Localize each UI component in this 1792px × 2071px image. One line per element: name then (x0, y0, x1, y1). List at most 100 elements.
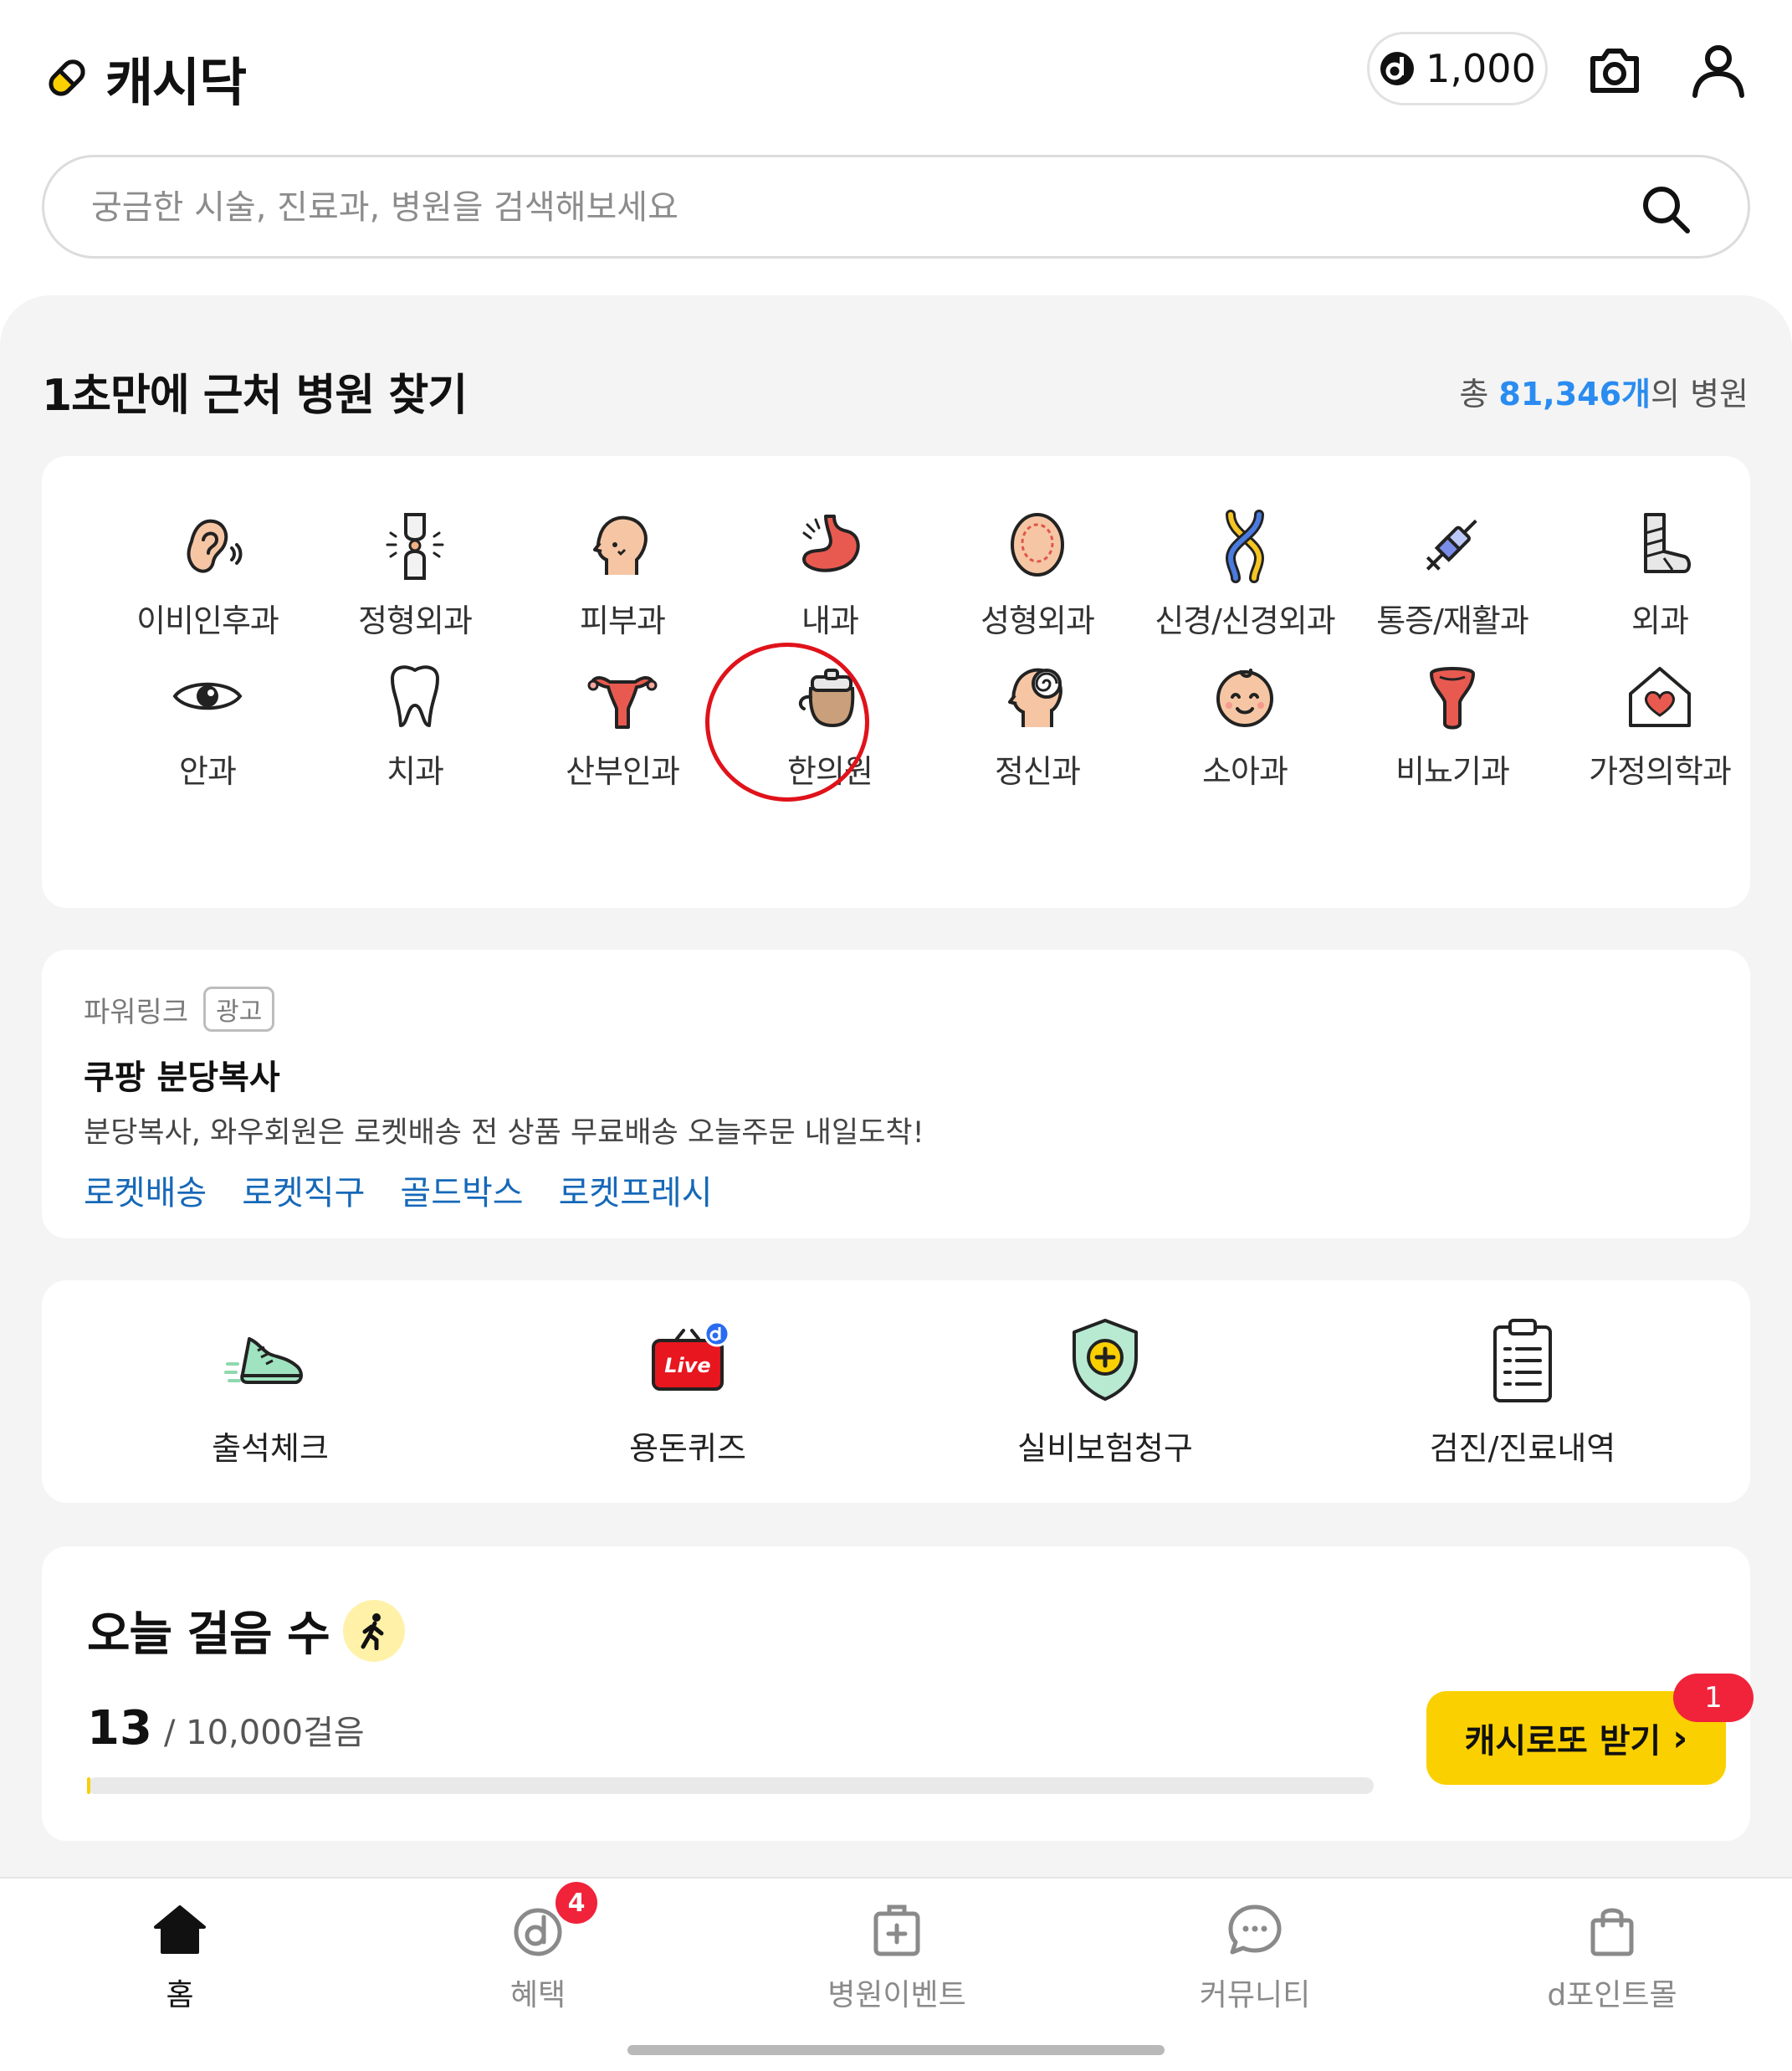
total-count: 81,346개 (1498, 376, 1651, 413)
profile-button[interactable] (1688, 40, 1748, 100)
category-label: 가정의학과 (1589, 753, 1732, 790)
tab-hospital-events[interactable]: 병원이벤트 (788, 1900, 1006, 2014)
urology-icon (1430, 667, 1475, 730)
category-label: 내과 (801, 602, 859, 639)
search-icon[interactable] (1639, 182, 1692, 236)
category-pain-rehab[interactable]: 통증/재활과 (1352, 508, 1553, 650)
walk-badge (342, 1599, 405, 1662)
ad-header: 파워링크 광고 (84, 987, 275, 1032)
live-tv-icon: Live (652, 1320, 730, 1391)
category-obgyn[interactable]: 산부인과 (522, 659, 723, 801)
steps-progress-bar (87, 1777, 1374, 1794)
ear-icon (187, 519, 243, 573)
category-ent[interactable]: 이비인후과 (107, 508, 308, 650)
category-label: 산부인과 (566, 753, 680, 790)
shortcut-insurance-claim[interactable]: 실비보험청구 (980, 1314, 1231, 1469)
joint-icon (386, 513, 444, 580)
tab-label: 병원이벤트 (827, 1978, 966, 2012)
app-name: 캐시닥 (105, 52, 247, 113)
shield-plus-icon (1073, 1319, 1138, 1401)
search-input[interactable] (91, 177, 1597, 238)
category-surgery[interactable]: 외과 (1559, 508, 1760, 650)
ad-link[interactable]: 골드박스 (400, 1166, 523, 1214)
category-label: 정신과 (995, 753, 1081, 790)
shortcut-label: 용돈퀴즈 (629, 1430, 746, 1467)
category-neurology[interactable]: 신경/신경외과 (1144, 508, 1345, 650)
cast-leg-icon (1644, 513, 1691, 573)
category-orthopedics[interactable]: 정형외과 (315, 508, 515, 650)
tab-home[interactable]: 홈 (71, 1900, 289, 2014)
ad-link[interactable]: 로켓배송 (84, 1166, 207, 1214)
tab-point-mall[interactable]: d포인트몰 (1503, 1900, 1721, 2014)
home-indicator[interactable] (627, 2045, 1165, 2055)
steps-header: 오늘 걸음 수 (87, 1597, 405, 1664)
category-label: 피부과 (580, 602, 666, 639)
profile-icon (1692, 45, 1744, 98)
category-ophthalmology[interactable]: 안과 (107, 659, 308, 801)
category-label: 성형외과 (980, 602, 1095, 639)
highlight-circle (705, 643, 869, 802)
total-suffix: 의 병원 (1651, 376, 1748, 413)
ad-description: 분당복사, 와우회원은 로켓배송 전 상품 무료배송 오늘주문 내일도착! (84, 1116, 924, 1150)
dna-icon (1225, 510, 1265, 583)
category-pediatrics[interactable]: 소아과 (1144, 659, 1345, 801)
ad-link[interactable]: 로켓직구 (242, 1166, 365, 1214)
ad-title[interactable]: 쿠팡 분당복사 (84, 1050, 280, 1099)
tab-benefits[interactable]: 혜택 (429, 1900, 647, 2014)
shortcut-quiz[interactable]: Live 용돈퀴즈 (562, 1314, 813, 1469)
shortcut-medical-records[interactable]: 검진/진료내역 (1397, 1314, 1648, 1469)
top-bar: 캐시닥 1,000 (0, 0, 1792, 142)
ad-links: 로켓배송 로켓직구 골드박스 로켓프레시 (84, 1166, 713, 1214)
ad-badge: 광고 (203, 987, 275, 1032)
svg-text:Live: Live (664, 1354, 710, 1377)
lotto-count-badge: 1 (1673, 1674, 1754, 1722)
category-label: 이비인후과 (136, 602, 279, 639)
steps-progress-fill (87, 1777, 90, 1794)
shopping-bag-icon (1590, 1908, 1634, 1956)
steps-title: 오늘 걸음 수 (87, 1607, 330, 1662)
category-psychiatry[interactable]: 정신과 (937, 659, 1138, 801)
syringe-icon (1426, 519, 1477, 571)
d-point-icon (1380, 52, 1415, 85)
category-plastic-surgery[interactable]: 성형외과 (937, 508, 1138, 650)
category-label: 소아과 (1202, 753, 1288, 790)
category-label: 신경/신경외과 (1155, 602, 1336, 639)
hospital-total: 총 81,346개의 병원 (1459, 368, 1748, 414)
category-label: 안과 (179, 753, 237, 790)
tab-label: 홈 (166, 1978, 194, 2012)
home-heart-icon (1629, 667, 1691, 727)
app-logo[interactable]: 캐시닥 (40, 40, 247, 115)
ad-link[interactable]: 로켓프레시 (559, 1166, 713, 1214)
shortcut-attendance[interactable]: 출석체크 (145, 1314, 396, 1469)
walking-icon (361, 1612, 384, 1650)
tab-community[interactable]: 커뮤니티 (1146, 1900, 1364, 2014)
find-hospital-title: 1초만에 근처 병원 찾기 (42, 371, 468, 421)
category-label: 정형외과 (358, 602, 473, 639)
steps-count: 13 / 10,000걸음 (87, 1701, 365, 1756)
benefit-count-badge: 4 (556, 1882, 597, 1924)
clipboard-icon (1493, 1319, 1552, 1402)
ad-source: 파워링크 (84, 995, 189, 1029)
steps-goal: / 10,000걸음 (163, 1714, 365, 1752)
point-balance-value: 1,000 (1426, 46, 1536, 91)
category-dermatology[interactable]: 피부과 (522, 508, 723, 650)
category-family-medicine[interactable]: 가정의학과 (1559, 659, 1760, 801)
category-dentistry[interactable]: 치과 (315, 659, 515, 801)
search-bar[interactable] (42, 155, 1750, 259)
ad-card[interactable]: 파워링크 광고 쿠팡 분당복사 분당복사, 와우회원은 로켓배송 전 상품 무료… (42, 950, 1750, 1238)
pill-logo-icon (49, 59, 85, 96)
tab-label: d포인트몰 (1547, 1978, 1677, 2012)
baby-icon (1216, 669, 1273, 727)
category-internal-medicine[interactable]: 내과 (730, 508, 930, 650)
bottom-nav: 홈 혜택 병원이벤트 커뮤니티 d포인트몰 (0, 1877, 1792, 2071)
tab-label: 혜택 (509, 1978, 566, 2012)
camera-icon (1590, 49, 1639, 93)
camera-button[interactable] (1585, 40, 1645, 100)
shortcut-label: 검진/진료내역 (1429, 1430, 1616, 1467)
head-outline-icon (1011, 513, 1064, 577)
stomach-icon (802, 515, 860, 572)
category-urology[interactable]: 비뇨기과 (1352, 659, 1553, 801)
category-label: 비뇨기과 (1395, 753, 1510, 790)
sneaker-icon (224, 1337, 303, 1384)
point-balance-pill[interactable]: 1,000 (1367, 32, 1548, 105)
